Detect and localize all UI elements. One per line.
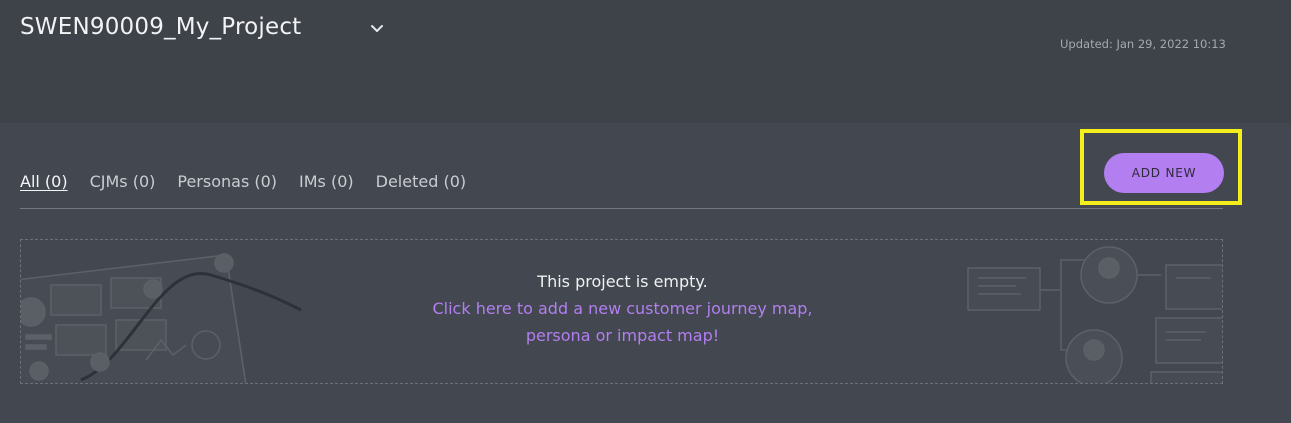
add-new-button[interactable]: ADD NEW (1104, 153, 1224, 193)
project-title: SWEN90009_My_Project (20, 14, 302, 40)
project-dropdown-button[interactable] (366, 18, 388, 40)
tab-cjms[interactable]: CJMs (0) (90, 172, 156, 194)
project-header: SWEN90009_My_Project Updated: Jan 29, 20… (0, 0, 1291, 123)
empty-state-panel[interactable]: This project is empty. Click here to add… (20, 239, 1223, 384)
chevron-down-icon (371, 25, 383, 32)
tab-ims[interactable]: IMs (0) (299, 172, 354, 194)
updated-timestamp: Updated: Jan 29, 2022 10:13 (1060, 37, 1226, 51)
tab-personas[interactable]: Personas (0) (177, 172, 277, 194)
tab-all[interactable]: All (0) (20, 172, 68, 194)
tab-deleted[interactable]: Deleted (0) (376, 172, 466, 194)
impact-map-illustration (967, 246, 1222, 383)
tabs-divider (20, 208, 1223, 209)
filter-tabs: All (0) CJMs (0) Personas (0) IMs (0) De… (20, 172, 488, 194)
